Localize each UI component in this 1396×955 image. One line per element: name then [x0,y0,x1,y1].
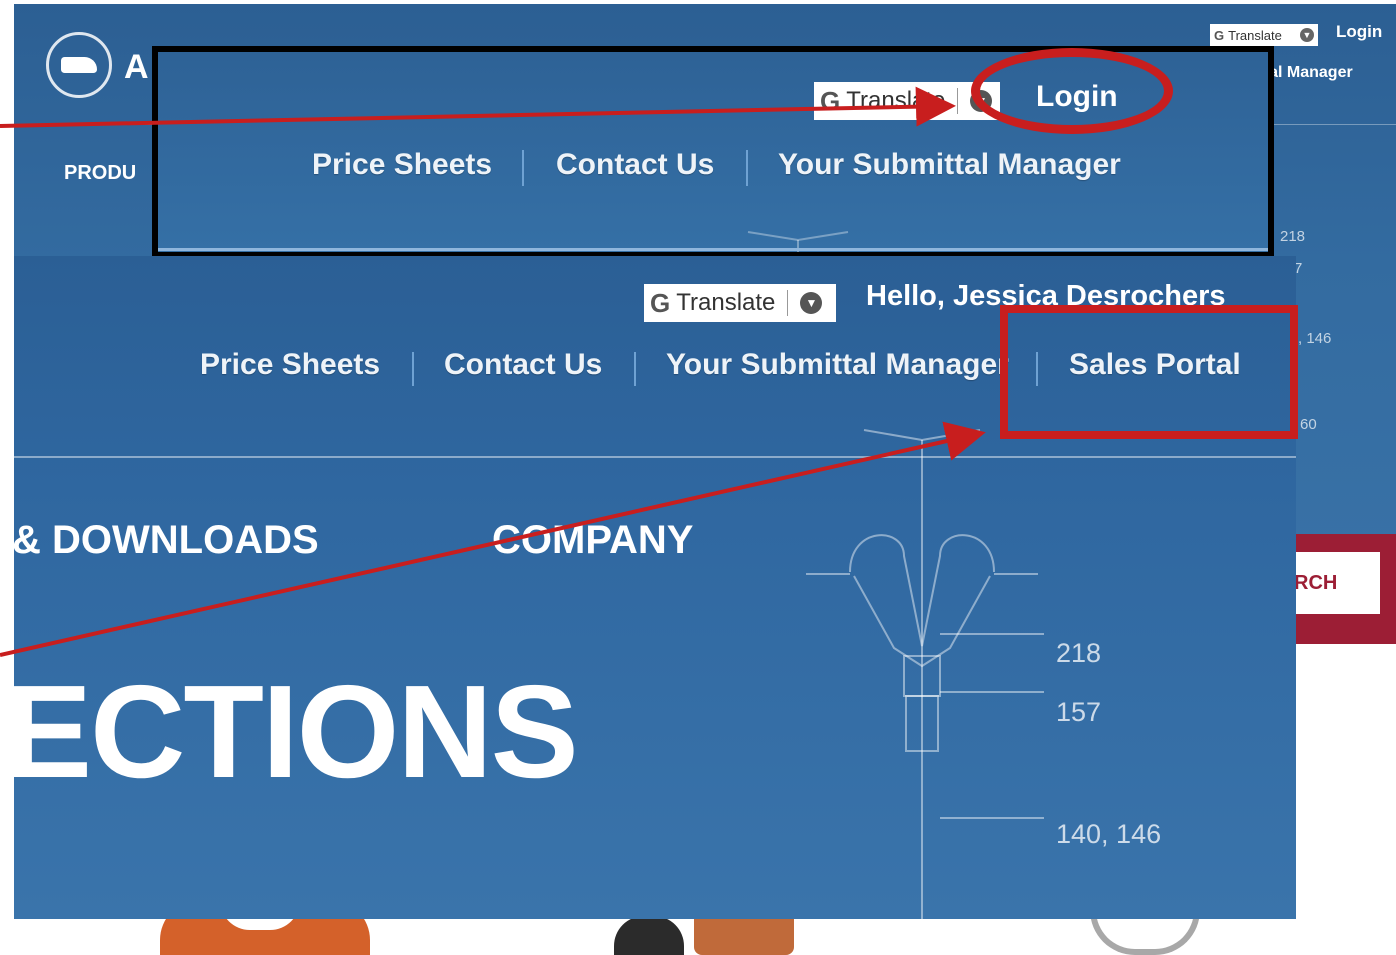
zoom-panel-logged-out: G Translate ▼ Login Price Sheets Contact… [152,46,1274,258]
dimension-label: 60 [1300,416,1317,433]
nav-divider [522,150,524,186]
header-divider [14,456,1296,458]
nav-company[interactable]: COMPANY [492,518,693,563]
chevron-down-icon[interactable]: ▼ [1300,28,1314,42]
dimension-label: 218 [1056,638,1102,668]
nav-contact-us[interactable]: Contact Us [444,348,602,382]
hero-headline: ECTIONS [14,658,579,805]
user-greeting[interactable]: Hello, Jessica Desrochers [866,280,1225,313]
translate-widget[interactable]: G Translate ▼ [1210,24,1318,46]
nav-contact-us[interactable]: Contact Us [556,148,714,182]
translate-widget[interactable]: G Translate ▼ [814,82,1000,120]
nav-divider [746,150,748,186]
google-g-icon: G [820,85,841,116]
translate-label: Translate [676,289,776,316]
chevron-down-icon[interactable]: ▼ [970,90,993,112]
panel-divider [158,248,1268,251]
dimension-label: 218 [1280,228,1306,245]
translate-widget[interactable]: G Translate ▼ [644,284,836,322]
nav-submittal-manager[interactable]: Your Submittal Manager [666,348,1009,382]
nav-resources-downloads[interactable]: & DOWNLOADS [14,518,319,563]
nav-sales-portal[interactable]: Sales Portal [1069,348,1241,382]
nav-divider [634,352,636,386]
nav-price-sheets[interactable]: Price Sheets [200,348,380,382]
login-link[interactable]: Login [1036,80,1118,114]
products-nav[interactable]: PRODU [64,162,136,185]
chevron-down-icon[interactable]: ▼ [800,292,823,314]
nav-divider [412,352,414,386]
dimension-label: , 146 [1298,330,1332,347]
nav-submittal-manager[interactable]: Your Submittal Manager [778,148,1121,182]
nav-divider [1036,352,1038,386]
translate-label: Translate [846,87,946,114]
zoom-panel-logged-in: G Translate ▼ Hello, Jessica Desrochers … [14,256,1296,919]
google-g-icon: G [650,287,671,318]
nav-price-sheets[interactable]: Price Sheets [312,148,492,182]
anvil-logo-icon[interactable] [46,32,112,98]
login-link[interactable]: Login [1336,22,1382,42]
dimension-label: 140, 146 [1056,819,1162,849]
translate-label: Translate [1228,27,1282,43]
dimension-label: 157 [1056,697,1102,727]
google-g-icon: G [1214,27,1225,43]
logo-text: A [124,48,149,86]
